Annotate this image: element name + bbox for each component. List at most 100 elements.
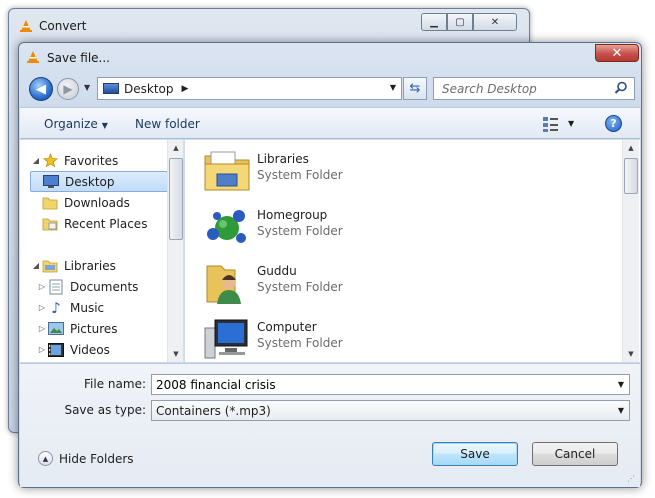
nav-item-pictures[interactable]: ▷ Pictures (36, 318, 118, 339)
nav-item-favorites[interactable]: ◢ Favorites (30, 150, 118, 171)
expand-arrow-icon[interactable]: ◢ (30, 261, 42, 270)
nav-item-label: Recent Places (64, 216, 148, 231)
nav-pane-scrollbar[interactable]: ▲ ▼ (167, 140, 183, 362)
scroll-up-icon[interactable]: ▲ (168, 140, 183, 156)
nav-item-label: Libraries (64, 258, 116, 273)
forward-button[interactable]: ▶ (57, 78, 79, 100)
hide-folders-button[interactable]: ▲ Hide Folders (38, 451, 134, 466)
close-button[interactable]: ✕ (473, 13, 517, 31)
nav-item-downloads[interactable]: Downloads (30, 192, 130, 213)
file-name: Libraries (257, 152, 309, 166)
search-box[interactable] (433, 77, 635, 100)
search-input[interactable] (434, 78, 604, 99)
organize-button[interactable]: Organize ▼ (44, 117, 108, 131)
minimize-button[interactable]: ▁ (421, 13, 447, 31)
chevron-right-icon[interactable]: ▶ (182, 84, 189, 94)
file-name: Homegroup (257, 208, 328, 222)
list-item[interactable]: Libraries System Folder (203, 146, 503, 196)
star-icon (42, 153, 58, 169)
help-icon[interactable]: ? (605, 115, 622, 132)
folder-icon (42, 195, 58, 211)
vlc-cone-icon (27, 51, 39, 63)
file-list: Libraries System Folder Homegroup System… (185, 140, 640, 362)
new-folder-button[interactable]: New folder (135, 117, 200, 131)
file-type: System Folder (257, 224, 343, 238)
nav-item-desktop[interactable]: Desktop (30, 171, 168, 192)
list-item[interactable]: Homegroup System Folder (203, 202, 503, 252)
refresh-icon: ⇆ (409, 81, 421, 96)
nav-item-music[interactable]: ▷ ♪ Music (36, 297, 104, 318)
dialog-title: Save file... (47, 51, 110, 65)
save-as-type-select[interactable]: Containers (*.mp3) ▼ (151, 400, 630, 421)
nav-item-label: Documents (70, 279, 139, 294)
nav-item-documents[interactable]: ▷ Documents (36, 276, 138, 297)
nav-item-recent-places[interactable]: Recent Places (30, 213, 147, 234)
list-item[interactable]: Computer System Folder (203, 314, 503, 362)
nav-item-libraries[interactable]: ◢ Libraries (30, 255, 116, 276)
chevron-down-icon[interactable]: ▼ (390, 83, 396, 92)
scroll-down-icon[interactable]: ▼ (168, 346, 183, 362)
save-options-panel: File name: ▼ Save as type: Containers (*… (20, 363, 640, 487)
scroll-thumb[interactable] (169, 158, 183, 240)
scroll-up-icon[interactable]: ▲ (623, 140, 639, 156)
music-icon: ♪ (51, 298, 61, 317)
save-button[interactable]: Save (432, 442, 518, 466)
nav-item-label: Pictures (70, 321, 118, 336)
desktop-icon (43, 174, 59, 190)
nav-item-videos[interactable]: ▷ Videos (36, 339, 110, 360)
organize-label: Organize (44, 117, 98, 131)
libraries-folder-icon (204, 151, 250, 191)
save-as-type-value: Containers (*.mp3) (156, 404, 271, 418)
chevron-down-icon[interactable]: ▼ (618, 380, 624, 389)
chevron-down-icon[interactable]: ▼ (618, 406, 624, 415)
chevron-up-icon: ▲ (38, 451, 53, 466)
collapse-arrow-icon[interactable]: ▷ (36, 324, 48, 333)
dialog-close-button[interactable]: ✕ (595, 44, 639, 62)
nav-item-label: Music (70, 300, 105, 315)
nav-item-label: Favorites (64, 153, 119, 168)
file-name: Guddu (257, 264, 297, 278)
address-location[interactable]: Desktop (124, 82, 174, 96)
file-type: System Folder (257, 168, 343, 182)
computer-icon (204, 319, 248, 359)
save-file-dialog: Save file... ✕ ◀ ▶ ▼ Desktop ▶ ▼ ⇆ Organ… (18, 42, 642, 488)
homegroup-icon (207, 210, 246, 243)
chevron-down-icon: ▼ (101, 121, 108, 130)
filename-field[interactable]: ▼ (151, 374, 630, 395)
maximize-button[interactable]: ▢ (447, 13, 473, 31)
libraries-icon (42, 258, 58, 274)
maximize-icon: ▢ (455, 16, 465, 28)
collapse-arrow-icon[interactable]: ▷ (36, 303, 48, 312)
recent-places-icon (42, 216, 58, 232)
scroll-thumb[interactable] (624, 158, 638, 194)
back-button[interactable]: ◀ (29, 77, 53, 101)
user-folder-icon (206, 265, 241, 304)
resize-grip-icon[interactable]: ⋰ (627, 474, 637, 484)
file-name: Computer (257, 320, 317, 334)
expand-arrow-icon[interactable]: ◢ (30, 156, 42, 165)
view-dropdown[interactable]: ▼ (568, 119, 574, 128)
nav-item-label: Videos (70, 342, 110, 357)
collapse-arrow-icon[interactable]: ▷ (36, 282, 48, 291)
nav-item-label: Desktop (65, 174, 115, 189)
command-bar: Organize ▼ New folder ▼ ? (20, 107, 640, 139)
filename-input[interactable] (152, 375, 602, 394)
close-icon: ✕ (611, 45, 623, 61)
scroll-down-icon[interactable]: ▼ (623, 346, 639, 362)
arrow-left-icon: ◀ (36, 81, 46, 97)
cancel-button[interactable]: Cancel (532, 442, 618, 466)
collapse-arrow-icon[interactable]: ▷ (36, 345, 48, 354)
view-options-icon[interactable] (542, 115, 560, 133)
address-bar[interactable]: Desktop ▶ ▼ (97, 77, 402, 100)
search-icon[interactable] (614, 81, 628, 95)
close-icon: ✕ (490, 16, 500, 28)
recent-locations-dropdown[interactable]: ▼ (84, 83, 90, 92)
file-list-scrollbar[interactable]: ▲ ▼ (622, 140, 639, 362)
refresh-button[interactable]: ⇆ (403, 77, 427, 100)
nav-item-label: Downloads (64, 195, 130, 210)
window-controls: ▁ ▢ ✕ (421, 13, 517, 31)
desktop-icon (103, 83, 119, 94)
dialog-controls: ✕ (595, 44, 639, 62)
list-item[interactable]: Guddu System Folder (203, 258, 503, 308)
documents-icon (48, 279, 64, 295)
